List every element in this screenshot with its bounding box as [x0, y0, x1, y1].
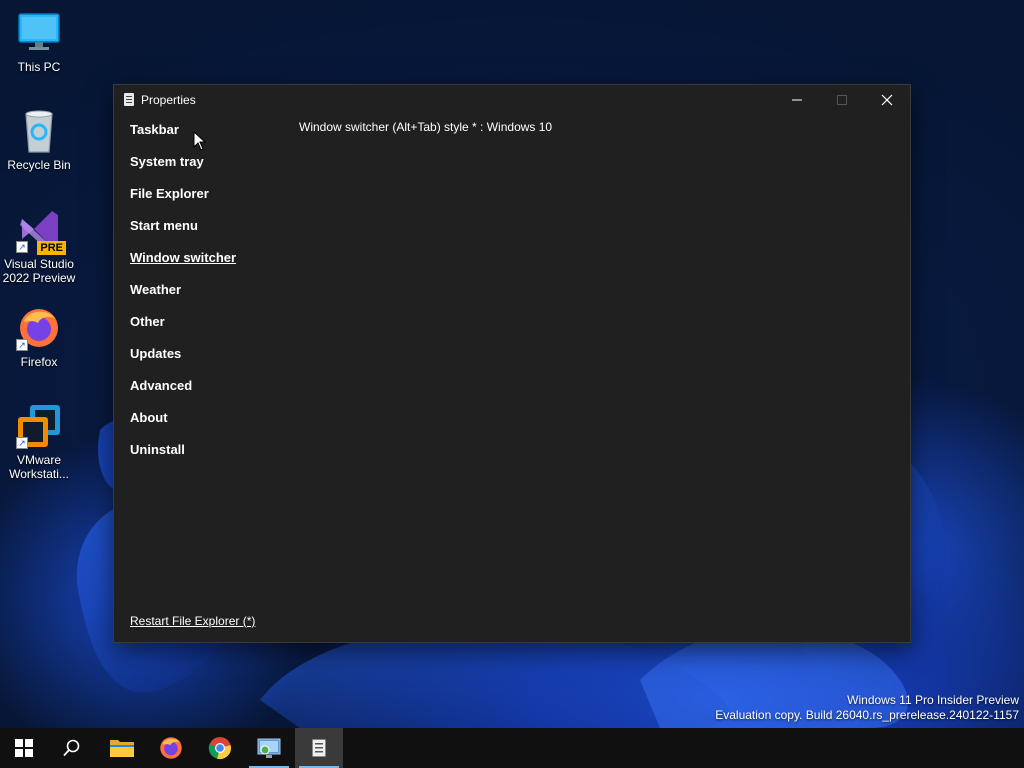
nav-item-about[interactable]: About [130, 410, 236, 442]
nav-item-advanced[interactable]: Advanced [130, 378, 236, 410]
properties-app-icon [124, 93, 134, 106]
close-icon [881, 94, 893, 106]
minimize-icon [792, 99, 802, 101]
taskbar-properties-app[interactable] [295, 728, 343, 768]
maximize-icon [837, 95, 847, 105]
nav-item-updates[interactable]: Updates [130, 346, 236, 378]
desktop-icon-firefox[interactable]: ↗ Firefox [2, 305, 76, 369]
watermark-edition: Windows 11 Pro Insider Preview [847, 693, 1019, 707]
search-button[interactable] [48, 728, 96, 768]
desktop-icon-label: VMware Workstati... [9, 453, 69, 481]
nav-item-system-tray[interactable]: System tray [130, 154, 236, 186]
taskbar-control-panel[interactable] [245, 728, 293, 768]
recycle-bin-icon [16, 108, 62, 154]
taskbar-chrome[interactable] [196, 728, 244, 768]
shortcut-arrow-icon: ↗ [16, 437, 28, 449]
nav-item-weather[interactable]: Weather [130, 282, 236, 314]
window-switcher-style-option[interactable]: Window switcher (Alt+Tab) style * : Wind… [299, 120, 552, 134]
taskbar-firefox[interactable] [147, 728, 195, 768]
desktop-icon-label: Firefox [20, 355, 58, 369]
monitor-icon [16, 10, 62, 56]
firefox-icon [160, 737, 182, 759]
desktop-icon-label: Recycle Bin [7, 158, 71, 172]
start-button[interactable] [0, 728, 48, 768]
minimize-button[interactable] [774, 85, 820, 115]
nav-item-other[interactable]: Other [130, 314, 236, 346]
control-panel-icon [257, 738, 281, 758]
search-icon [63, 739, 80, 757]
nav-item-window-switcher[interactable]: Window switcher [130, 250, 236, 282]
taskbar [0, 728, 1024, 768]
properties-app-icon [312, 739, 326, 757]
taskbar-file-explorer[interactable] [98, 728, 146, 768]
properties-window: Properties Taskbar System tray File Expl… [113, 84, 911, 643]
desktop-icon-label: This PC [17, 60, 61, 74]
visual-studio-icon: PRE ↗ [16, 207, 66, 255]
close-button[interactable] [864, 85, 910, 115]
evaluation-watermark: Windows 11 Pro Insider Preview Evaluatio… [715, 693, 1019, 723]
settings-nav: Taskbar System tray File Explorer Start … [130, 122, 236, 474]
window-titlebar[interactable]: Properties [114, 85, 910, 115]
vmware-icon: ↗ [16, 403, 62, 449]
nav-item-uninstall[interactable]: Uninstall [130, 442, 236, 474]
nav-item-start-menu[interactable]: Start menu [130, 218, 236, 250]
shortcut-arrow-icon: ↗ [16, 339, 28, 351]
preview-badge: PRE [37, 241, 66, 255]
desktop-icon-label: Visual Studio 2022 Preview [2, 257, 76, 285]
shortcut-arrow-icon: ↗ [16, 241, 28, 253]
start-icon [15, 739, 33, 757]
desktop-icon-recycle-bin[interactable]: Recycle Bin [2, 108, 76, 172]
file-explorer-icon [110, 740, 134, 757]
desktop-icon-visual-studio[interactable]: PRE ↗ Visual Studio 2022 Preview [2, 207, 76, 285]
mouse-cursor-icon [193, 131, 207, 151]
maximize-button[interactable] [819, 85, 865, 115]
firefox-icon: ↗ [16, 305, 62, 351]
nav-item-taskbar[interactable]: Taskbar [130, 122, 236, 154]
watermark-build: Evaluation copy. Build 26040.rs_prerelea… [715, 708, 1019, 722]
desktop-icon-vmware[interactable]: ↗ VMware Workstati... [2, 403, 76, 481]
restart-file-explorer-link[interactable]: Restart File Explorer (*) [130, 614, 255, 628]
window-title: Properties [141, 93, 196, 107]
chrome-icon [208, 737, 231, 759]
desktop-icon-this-pc[interactable]: This PC [2, 10, 76, 74]
nav-item-file-explorer[interactable]: File Explorer [130, 186, 236, 218]
